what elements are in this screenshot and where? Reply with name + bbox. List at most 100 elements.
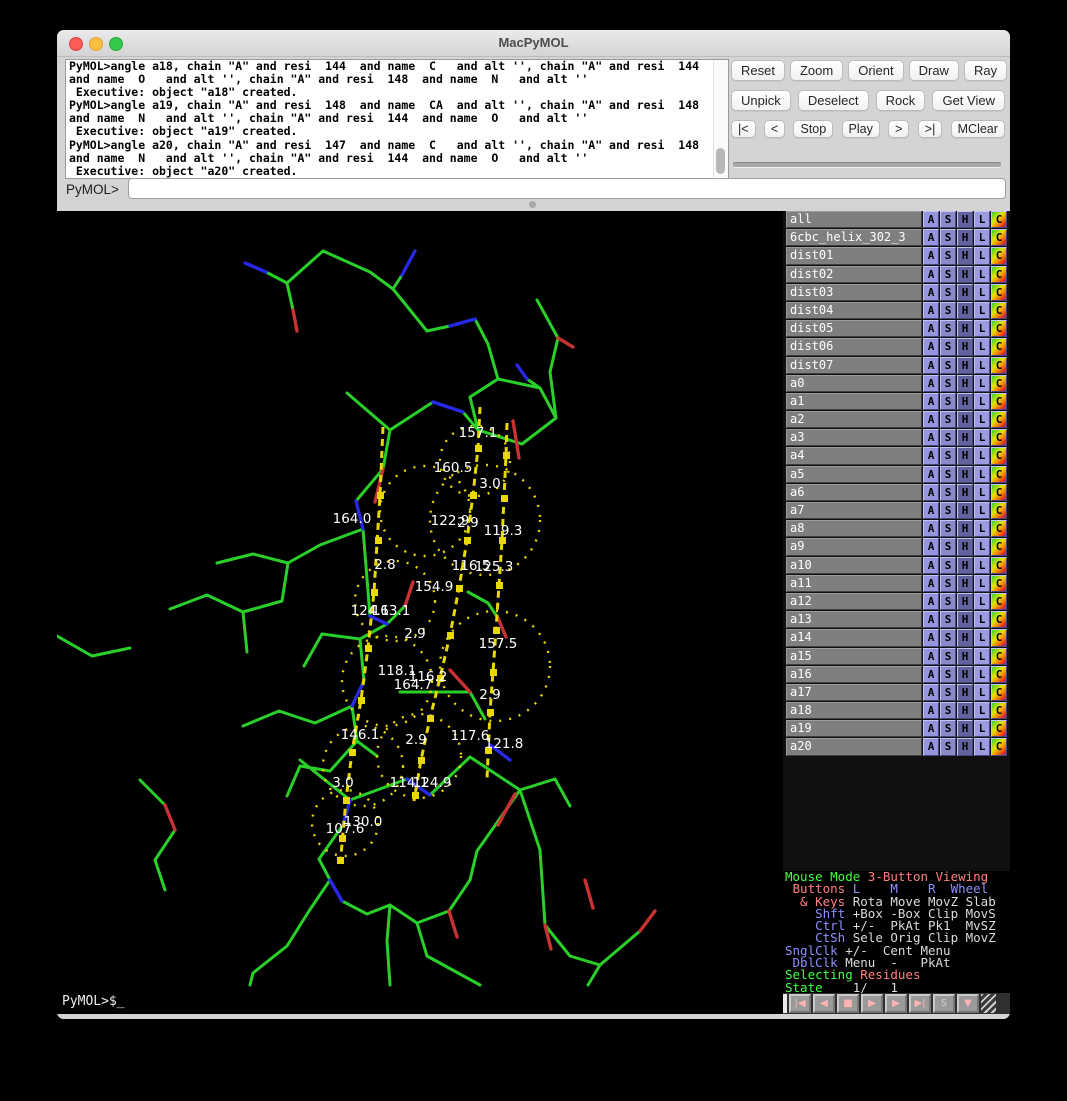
c-button[interactable]: C — [991, 702, 1007, 719]
s-button[interactable]: S — [940, 429, 956, 446]
l-button[interactable]: L — [974, 266, 990, 283]
viewport-3d[interactable]: 157.1160.53.0164.0122.92.9119.32.8116.51… — [57, 211, 783, 1014]
stop-button[interactable]: ■ — [837, 994, 859, 1013]
play-button[interactable]: ▶ — [861, 994, 883, 1013]
toolbar-button-[interactable]: |< — [731, 120, 756, 138]
toolbar-button-draw[interactable]: Draw — [909, 60, 959, 81]
mouse-mode-panel[interactable]: Mouse Mode 3-Button Viewing Buttons L M … — [783, 871, 1010, 993]
a-button[interactable]: A — [923, 375, 939, 392]
c-button[interactable]: C — [991, 538, 1007, 555]
object-name-a10[interactable]: a10 — [786, 557, 922, 574]
a-button[interactable]: A — [923, 229, 939, 246]
object-name-6cbc_helix_302_3[interactable]: 6cbc_helix_302_3 — [786, 229, 922, 246]
object-name-a9[interactable]: a9 — [786, 538, 922, 555]
s-button[interactable]: S — [940, 684, 956, 701]
object-name-dist07[interactable]: dist07 — [786, 357, 922, 374]
resize-grip[interactable] — [981, 994, 996, 1013]
toolbar-button-stop[interactable]: Stop — [793, 120, 833, 138]
c-button[interactable]: C — [991, 266, 1007, 283]
h-button[interactable]: H — [957, 629, 973, 646]
s-button[interactable]: S — [940, 648, 956, 665]
c-button[interactable]: C — [991, 357, 1007, 374]
console-scrollbar[interactable] — [713, 60, 728, 178]
c-button[interactable]: C — [991, 720, 1007, 737]
a-button[interactable]: A — [923, 738, 939, 755]
s-button[interactable]: S — [940, 666, 956, 683]
h-button[interactable]: H — [957, 338, 973, 355]
l-button[interactable]: L — [974, 393, 990, 410]
h-button[interactable]: H — [957, 266, 973, 283]
c-button[interactable]: C — [991, 320, 1007, 337]
a-button[interactable]: A — [923, 338, 939, 355]
a-button[interactable]: A — [923, 247, 939, 264]
a-button[interactable]: A — [923, 357, 939, 374]
a-button[interactable]: A — [923, 611, 939, 628]
a-button[interactable]: A — [923, 520, 939, 537]
a-button[interactable]: A — [923, 484, 939, 501]
h-button[interactable]: H — [957, 447, 973, 464]
object-name-a7[interactable]: a7 — [786, 502, 922, 519]
l-button[interactable]: L — [974, 375, 990, 392]
s-button[interactable]: S — [940, 466, 956, 483]
l-button[interactable]: L — [974, 720, 990, 737]
a-button[interactable]: A — [923, 720, 939, 737]
c-button[interactable]: C — [991, 429, 1007, 446]
s-button[interactable]: S — [940, 484, 956, 501]
l-button[interactable]: L — [974, 702, 990, 719]
c-button[interactable]: C — [991, 447, 1007, 464]
object-name-a20[interactable]: a20 — [786, 738, 922, 755]
h-button[interactable]: H — [957, 247, 973, 264]
h-button[interactable]: H — [957, 666, 973, 683]
s-button[interactable]: S — [940, 447, 956, 464]
l-button[interactable]: L — [974, 284, 990, 301]
s-button[interactable]: S — [940, 738, 956, 755]
a-button[interactable]: A — [923, 702, 939, 719]
a-button[interactable]: A — [923, 666, 939, 683]
a-button[interactable]: A — [923, 266, 939, 283]
l-button[interactable]: L — [974, 466, 990, 483]
s-button[interactable]: S — [940, 720, 956, 737]
menu-down-button[interactable]: ▼ — [957, 994, 979, 1013]
l-button[interactable]: L — [974, 538, 990, 555]
h-button[interactable]: H — [957, 320, 973, 337]
toolbar-button-play[interactable]: Play — [842, 120, 880, 138]
skip-end-button[interactable]: ▶| — [909, 994, 931, 1013]
object-name-a8[interactable]: a8 — [786, 520, 922, 537]
h-button[interactable]: H — [957, 375, 973, 392]
object-name-a13[interactable]: a13 — [786, 611, 922, 628]
s-button[interactable]: S — [940, 229, 956, 246]
object-name-a6[interactable]: a6 — [786, 484, 922, 501]
l-button[interactable]: L — [974, 357, 990, 374]
s-button[interactable]: S — [940, 411, 956, 428]
toolbar-button-ray[interactable]: Ray — [964, 60, 1007, 81]
c-button[interactable]: C — [991, 684, 1007, 701]
l-button[interactable]: L — [974, 666, 990, 683]
a-button[interactable]: A — [923, 593, 939, 610]
h-button[interactable]: H — [957, 575, 973, 592]
l-button[interactable]: L — [974, 229, 990, 246]
h-button[interactable]: H — [957, 702, 973, 719]
object-name-a2[interactable]: a2 — [786, 411, 922, 428]
l-button[interactable]: L — [974, 648, 990, 665]
console-scroll-thumb[interactable] — [716, 148, 725, 174]
a-button[interactable]: A — [923, 393, 939, 410]
toolbar-button-zoom[interactable]: Zoom — [790, 60, 843, 81]
toolbar-button-rock[interactable]: Rock — [876, 90, 926, 111]
a-button[interactable]: A — [923, 302, 939, 319]
console-output[interactable]: PyMOL>angle a18, chain "A" and resi 144 … — [65, 59, 729, 179]
h-button[interactable]: H — [957, 557, 973, 574]
c-button[interactable]: C — [991, 629, 1007, 646]
s-button[interactable]: S — [940, 557, 956, 574]
c-button[interactable]: C — [991, 211, 1007, 228]
object-name-dist04[interactable]: dist04 — [786, 302, 922, 319]
l-button[interactable]: L — [974, 411, 990, 428]
a-button[interactable]: A — [923, 648, 939, 665]
toolbar-button-[interactable]: < — [764, 120, 785, 138]
c-button[interactable]: C — [991, 411, 1007, 428]
a-button[interactable]: A — [923, 684, 939, 701]
title-bar[interactable]: MacPyMOL — [57, 30, 1010, 57]
s-button[interactable]: S — [940, 284, 956, 301]
step-back-button[interactable]: ◀ — [813, 994, 835, 1013]
s-button[interactable]: S — [940, 320, 956, 337]
s-button[interactable]: S — [933, 994, 955, 1013]
